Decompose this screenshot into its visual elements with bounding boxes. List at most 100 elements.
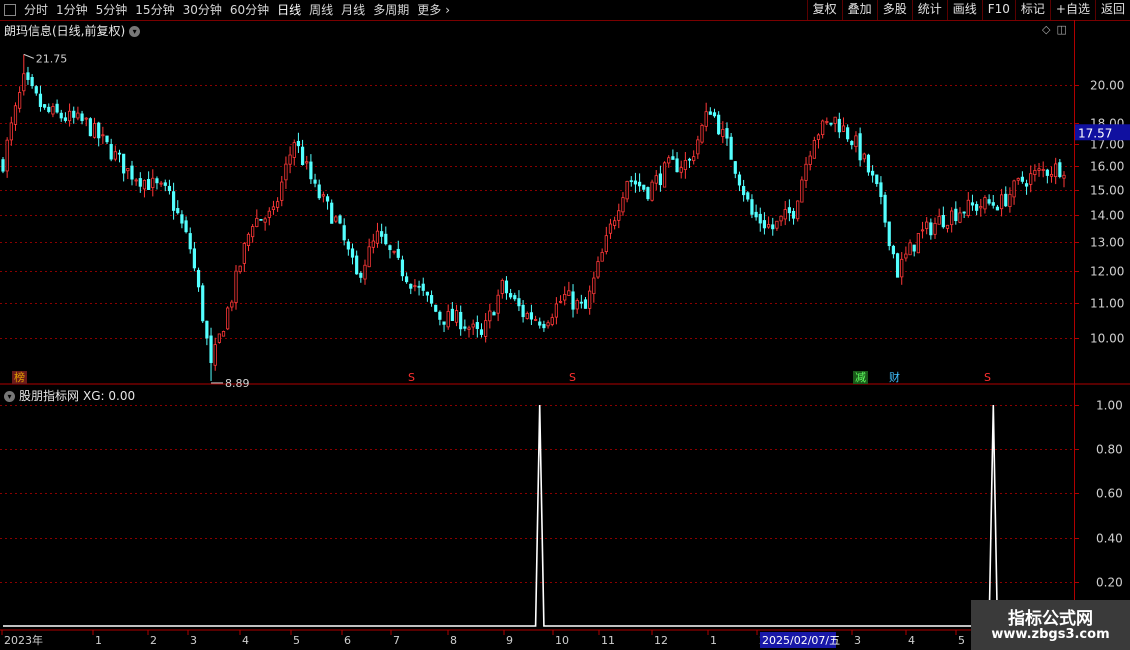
candle-body[interactable]	[384, 233, 388, 245]
period-tab[interactable]: 60分钟	[226, 0, 273, 20]
candle-body[interactable]	[991, 202, 995, 206]
chevron-down-icon[interactable]: ▾	[4, 391, 15, 402]
candle-body[interactable]	[51, 106, 55, 115]
candle-body[interactable]	[488, 310, 492, 322]
layout-toggle-icon[interactable]	[4, 4, 16, 16]
period-tab[interactable]: 周线	[305, 0, 337, 20]
candle-body[interactable]	[259, 218, 263, 221]
candle-body[interactable]	[92, 123, 97, 138]
signal-marker[interactable]: 财	[889, 371, 900, 384]
candle-body[interactable]	[313, 179, 317, 184]
candle-body[interactable]	[380, 231, 384, 237]
candle-body[interactable]	[633, 180, 638, 185]
candle-body[interactable]	[43, 104, 47, 108]
candle-body[interactable]	[450, 308, 454, 321]
candle-body[interactable]	[492, 312, 496, 316]
candle-body[interactable]	[1045, 169, 1049, 176]
candle-body[interactable]	[288, 154, 292, 165]
candle-body[interactable]	[883, 194, 887, 223]
candle-body[interactable]	[696, 139, 700, 155]
toolbar-button[interactable]: 画线	[946, 0, 982, 20]
candle-body[interactable]	[5, 139, 9, 172]
candle-body[interactable]	[850, 141, 854, 146]
candle-body[interactable]	[22, 73, 26, 92]
candle-body[interactable]	[330, 202, 334, 224]
candle-body[interactable]	[296, 140, 301, 147]
candle-body[interactable]	[725, 128, 729, 139]
candle-body[interactable]	[604, 235, 608, 252]
period-tab[interactable]: 多周期	[369, 0, 413, 20]
candle-body[interactable]	[958, 212, 962, 223]
candle-body[interactable]	[1041, 169, 1045, 171]
candle-body[interactable]	[88, 118, 92, 137]
candle-body[interactable]	[638, 181, 642, 187]
candle-body[interactable]	[754, 211, 758, 218]
candle-body[interactable]	[1020, 176, 1024, 182]
candle-body[interactable]	[588, 290, 592, 309]
candle-body[interactable]	[67, 110, 72, 122]
candle-body[interactable]	[459, 311, 463, 330]
candle-body[interactable]	[895, 253, 900, 278]
chevron-down-icon[interactable]: ▾	[129, 26, 141, 37]
candle-body[interactable]	[467, 327, 471, 330]
candle-body[interactable]	[30, 77, 34, 87]
candle-body[interactable]	[933, 222, 937, 235]
candle-body[interactable]	[267, 210, 271, 218]
candle-body[interactable]	[742, 186, 746, 196]
candle-body[interactable]	[1062, 174, 1066, 179]
candle-body[interactable]	[147, 179, 151, 190]
candle-body[interactable]	[47, 106, 51, 112]
candle-body[interactable]	[970, 202, 975, 206]
candle-body[interactable]	[613, 220, 617, 226]
candle-body[interactable]	[97, 122, 101, 139]
toolbar-button[interactable]: 统计	[911, 0, 947, 20]
candle-body[interactable]	[871, 170, 875, 176]
candle-body[interactable]	[1049, 174, 1054, 177]
candle-body[interactable]	[201, 285, 205, 322]
candle-body[interactable]	[109, 144, 113, 160]
candle-body[interactable]	[825, 121, 829, 123]
candle-body[interactable]	[875, 174, 879, 185]
candle-body[interactable]	[134, 179, 138, 182]
candle-body[interactable]	[858, 133, 862, 161]
candle-body[interactable]	[1058, 162, 1062, 177]
candle-body[interactable]	[783, 209, 787, 220]
candle-body[interactable]	[796, 200, 800, 220]
candle-body[interactable]	[209, 335, 213, 363]
period-tab[interactable]: 月线	[337, 0, 369, 20]
candle-body[interactable]	[1, 159, 5, 172]
toolbar-button[interactable]: 复权	[806, 0, 842, 20]
candle-body[interactable]	[821, 120, 825, 135]
candle-body[interactable]	[717, 114, 721, 135]
candle-body[interactable]	[629, 180, 633, 183]
candle-body[interactable]	[945, 224, 950, 229]
candle-body[interactable]	[217, 333, 221, 343]
diamond-icon[interactable]: ◇	[1042, 23, 1050, 36]
candle-body[interactable]	[667, 157, 671, 164]
candle-body[interactable]	[908, 242, 912, 256]
candle-body[interactable]	[167, 185, 172, 192]
candle-body[interactable]	[900, 258, 904, 278]
candle-body[interactable]	[675, 158, 679, 173]
indicator-title[interactable]: ▾ 股朋指标网 XG: 0.00	[4, 387, 135, 404]
candle-body[interactable]	[733, 161, 737, 174]
chevron-right-icon[interactable]: ›	[445, 0, 454, 20]
candle-body[interactable]	[800, 179, 804, 203]
candle-body[interactable]	[700, 125, 704, 143]
candle-body[interactable]	[621, 197, 625, 213]
candle-body[interactable]	[542, 324, 546, 329]
candle-body[interactable]	[388, 245, 392, 251]
candle-body[interactable]	[471, 323, 475, 328]
candle-body[interactable]	[192, 248, 196, 269]
period-tab[interactable]: 更多	[413, 0, 445, 20]
candle-body[interactable]	[662, 162, 667, 188]
candle-body[interactable]	[342, 225, 346, 241]
candle-body[interactable]	[238, 265, 242, 273]
candle-body[interactable]	[417, 285, 421, 288]
candle-body[interactable]	[300, 146, 305, 166]
candle-body[interactable]	[692, 156, 696, 162]
candle-body[interactable]	[421, 283, 425, 291]
candle-body[interactable]	[34, 86, 38, 94]
candle-body[interactable]	[230, 301, 234, 308]
candle-body[interactable]	[463, 326, 467, 329]
